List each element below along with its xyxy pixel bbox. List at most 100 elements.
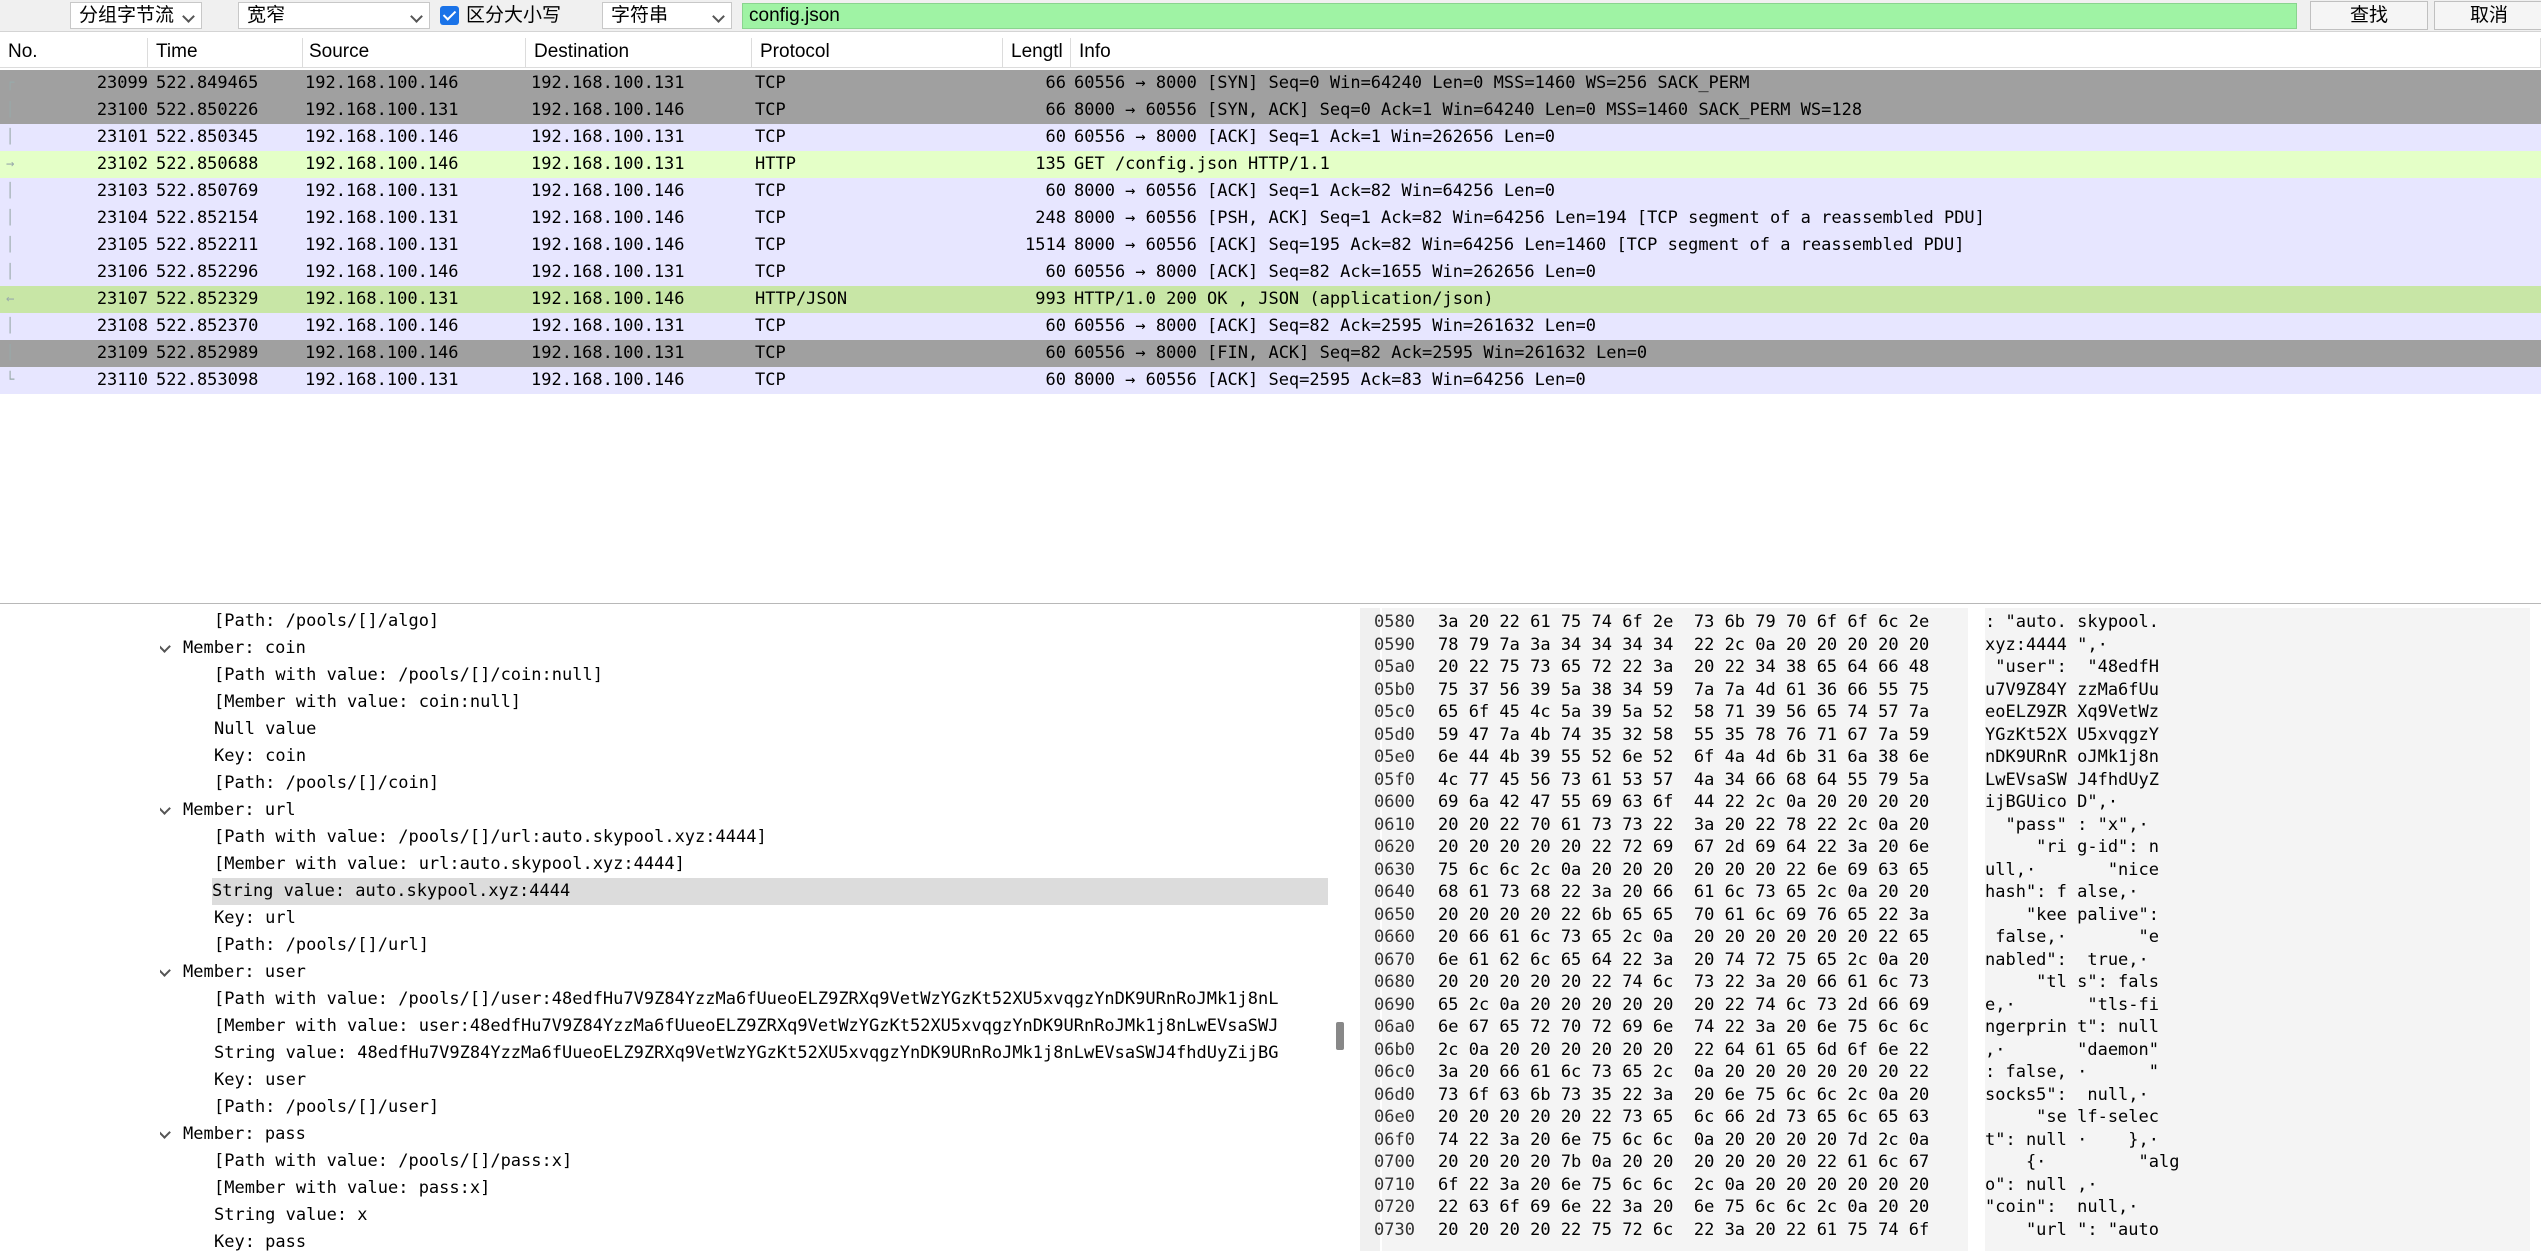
packet-cell-len: 60 xyxy=(1045,262,1066,282)
tree-node-field[interactable]: [Member with value: coin:null] xyxy=(214,689,1328,716)
hex-offset: 0720 xyxy=(1374,1197,1415,1217)
hex-bytes: 75 37 56 39 5a 38 34 59 7a 7a 4d 61 36 6… xyxy=(1438,679,1930,700)
related-packet-icon: │ xyxy=(6,210,15,226)
hex-offset: 0650 xyxy=(1374,904,1415,925)
packet-list-header: No. Time Source Destination Protocol Lengtl In… xyxy=(0,38,2541,68)
hex-ascii: false,· "e xyxy=(1985,927,2159,947)
tree-node-field[interactable]: [Path with value: /pools/[]/coin:null] xyxy=(214,662,1328,689)
tree-node-label: String value: auto.skypool.xyz:4444 xyxy=(212,881,571,901)
packet-row[interactable]: 23102 522.850688 192.168.100.146 192.168.10… xyxy=(0,151,2541,178)
search-in-dropdown[interactable]: 分组字节流 xyxy=(70,2,202,29)
packet-row[interactable]: 23109 522.852989 192.168.100.146 192.168.10… xyxy=(0,340,2541,367)
hex-ascii: "coin": null,· xyxy=(1985,1197,2159,1217)
packet-cell-len: 60 xyxy=(1045,127,1066,147)
chevron-down-icon[interactable] xyxy=(160,964,171,977)
packet-row[interactable]: 23110 522.853098 192.168.100.131 192.168.10… xyxy=(0,367,2541,394)
hex-offset: 05b0 xyxy=(1374,679,1415,700)
tree-node-field[interactable]: [Path with value: /pools/[]/user:48edfHu… xyxy=(214,986,1328,1013)
tree-node-field[interactable]: [Path: /pools/[]/url] xyxy=(214,932,1328,959)
case-sensitive-checkbox[interactable] xyxy=(440,6,459,25)
packet-row[interactable]: 23099 522.849465 192.168.100.146 192.168.10… xyxy=(0,70,2541,97)
column-header[interactable]: Time xyxy=(148,38,303,68)
packet-row[interactable]: 23107 522.852329 192.168.100.131 192.168.10… xyxy=(0,286,2541,313)
hex-bytes: 74 22 3a 20 6e 75 6c 6c 0a 20 20 20 20 7… xyxy=(1438,1129,1930,1150)
packet-cell-info: 8000 → 60556 [PSH, ACK] Seq=1 Ack=82 Win… xyxy=(1074,208,1985,228)
tree-node-field[interactable]: [Path with value: /pools/[]/url:auto.sky… xyxy=(214,824,1328,851)
packet-cell-len: 60 xyxy=(1045,343,1066,363)
tree-node-field[interactable]: Key: url xyxy=(214,905,1328,932)
tree-node-field[interactable]: [Member with value: pass:x] xyxy=(214,1175,1328,1202)
tree-node-field[interactable]: String value: x xyxy=(214,1202,1328,1229)
tree-node-field[interactable]: [Member with value: url:auto.skypool.xyz… xyxy=(214,851,1328,878)
tree-node-field[interactable]: Key: coin xyxy=(214,743,1328,770)
packet-cell-proto: TCP xyxy=(755,370,786,390)
find-input[interactable] xyxy=(742,3,2297,29)
hex-ascii: ,· "daemon" xyxy=(1985,1039,2159,1060)
cancel-button[interactable]: 取消 xyxy=(2434,1,2541,30)
hex-offset: 0670 xyxy=(1374,949,1415,970)
hex-offset: 05a0 xyxy=(1374,657,1415,677)
packet-cell-dst: 192.168.100.131 xyxy=(531,73,685,93)
packet-cell-proto: TCP xyxy=(755,73,786,93)
tree-node-member[interactable]: Member: user xyxy=(160,959,1328,986)
packet-cell-dst: 192.168.100.146 xyxy=(531,181,685,201)
tree-node-field[interactable]: [Path: /pools/[]/coin] xyxy=(214,770,1328,797)
search-type-dropdown[interactable]: 字符串 xyxy=(602,2,732,29)
tree-node-label: [Member with value: pass:x] xyxy=(214,1178,491,1198)
packet-cell-src: 192.168.100.146 xyxy=(305,154,459,174)
column-header[interactable]: Destination xyxy=(526,38,752,68)
find-button[interactable]: 查找 xyxy=(2310,1,2428,30)
packet-bytes-pane: 0580 3a 20 22 61 75 74 6f 2e 73 6b 79 70 … xyxy=(1360,608,2541,1251)
tree-node-field[interactable]: [Path with value: /pools/[]/pass:x] xyxy=(214,1148,1328,1175)
tree-node-field[interactable]: [Path: /pools/[]/user] xyxy=(214,1094,1328,1121)
packet-cell-len: 66 xyxy=(1045,73,1066,93)
packet-row[interactable]: 23101 522.850345 192.168.100.146 192.168.10… xyxy=(0,124,2541,151)
tree-node-field[interactable]: String value: auto.skypool.xyz:4444 xyxy=(212,878,1328,905)
wireshark-window: 分组字节流 宽窄 区分大小写 字符串 查找 取消 No.TimeSourceDe… xyxy=(0,0,2541,1251)
column-header[interactable]: No. xyxy=(0,38,148,68)
tree-node-member[interactable]: Member: pass xyxy=(160,1121,1328,1148)
packet-cell-info: 8000 → 60556 [ACK] Seq=195 Ack=82 Win=64… xyxy=(1074,235,1965,255)
packet-cell-info: 60556 → 8000 [ACK] Seq=1 Ack=1 Win=26265… xyxy=(1074,127,1556,147)
hex-ascii: ijBGUico D",· xyxy=(1985,792,2159,812)
packet-cell-time: 522.852370 xyxy=(156,316,259,336)
column-header[interactable]: Source xyxy=(301,38,526,68)
chevron-down-icon[interactable] xyxy=(160,640,171,653)
related-packet-icon: │ xyxy=(6,102,15,118)
column-header[interactable]: Protocol xyxy=(752,38,1003,68)
tree-node-label: Key: coin xyxy=(214,746,307,766)
packet-cell-len: 1514 xyxy=(1025,235,1066,255)
packet-cell-dst: 192.168.100.146 xyxy=(531,100,685,120)
chevron-down-icon[interactable] xyxy=(160,802,171,815)
tree-node-label: Key: user xyxy=(214,1070,307,1090)
packet-cell-len: 60 xyxy=(1045,181,1066,201)
packet-row[interactable]: 23108 522.852370 192.168.100.146 192.168.10… xyxy=(0,313,2541,340)
packet-row[interactable]: 23104 522.852154 192.168.100.131 192.168.10… xyxy=(0,205,2541,232)
related-packet-icon: ┌ xyxy=(6,75,15,91)
details-scrollbar[interactable] xyxy=(1336,1022,1344,1050)
hex-ascii: : false, · " xyxy=(1985,1062,2159,1082)
chevron-down-icon xyxy=(182,10,195,23)
tree-node-label: [Path: /pools/[]/user] xyxy=(214,1097,440,1117)
tree-node-field[interactable]: Key: pass xyxy=(214,1229,1328,1251)
tree-node-member[interactable]: Member: coin xyxy=(160,635,1328,662)
tree-node-member[interactable]: Member: url xyxy=(160,797,1328,824)
packet-row[interactable]: 23103 522.850769 192.168.100.131 192.168.10… xyxy=(0,178,2541,205)
tree-node-field[interactable]: [Member with value: user:48edfHu7V9Z84Yz… xyxy=(214,1013,1328,1040)
chevron-down-icon[interactable] xyxy=(160,1126,171,1139)
packet-list: No. Time Source Destination Protocol Lengtl In… xyxy=(0,38,2541,604)
tree-node-field[interactable]: String value: 48edfHu7V9Z84YzzMa6fUueoEL… xyxy=(214,1040,1328,1067)
column-header[interactable]: Lengtl xyxy=(1003,38,1071,68)
hex-bytes: 69 6a 42 47 55 69 63 6f 44 22 2c 0a 20 2… xyxy=(1438,792,1930,812)
tree-node-field[interactable]: Key: user xyxy=(214,1067,1328,1094)
tree-node-field[interactable]: [Path: /pools/[]/algo] xyxy=(214,608,1328,635)
hex-ascii: hash": f alse,· xyxy=(1985,882,2159,902)
char-width-dropdown[interactable]: 宽窄 xyxy=(238,2,430,29)
packet-row[interactable]: 23106 522.852296 192.168.100.146 192.168.10… xyxy=(0,259,2541,286)
packet-row[interactable]: 23105 522.852211 192.168.100.131 192.168.10… xyxy=(0,232,2541,259)
tree-node-label: String value: x xyxy=(214,1205,368,1225)
tree-node-field[interactable]: Null value xyxy=(214,716,1328,743)
packet-row[interactable]: 23100 522.850226 192.168.100.131 192.168.10… xyxy=(0,97,2541,124)
hex-bytes: 75 6c 6c 2c 0a 20 20 20 20 20 20 22 6e 6… xyxy=(1438,859,1930,880)
column-header[interactable]: Info xyxy=(1071,38,2541,68)
